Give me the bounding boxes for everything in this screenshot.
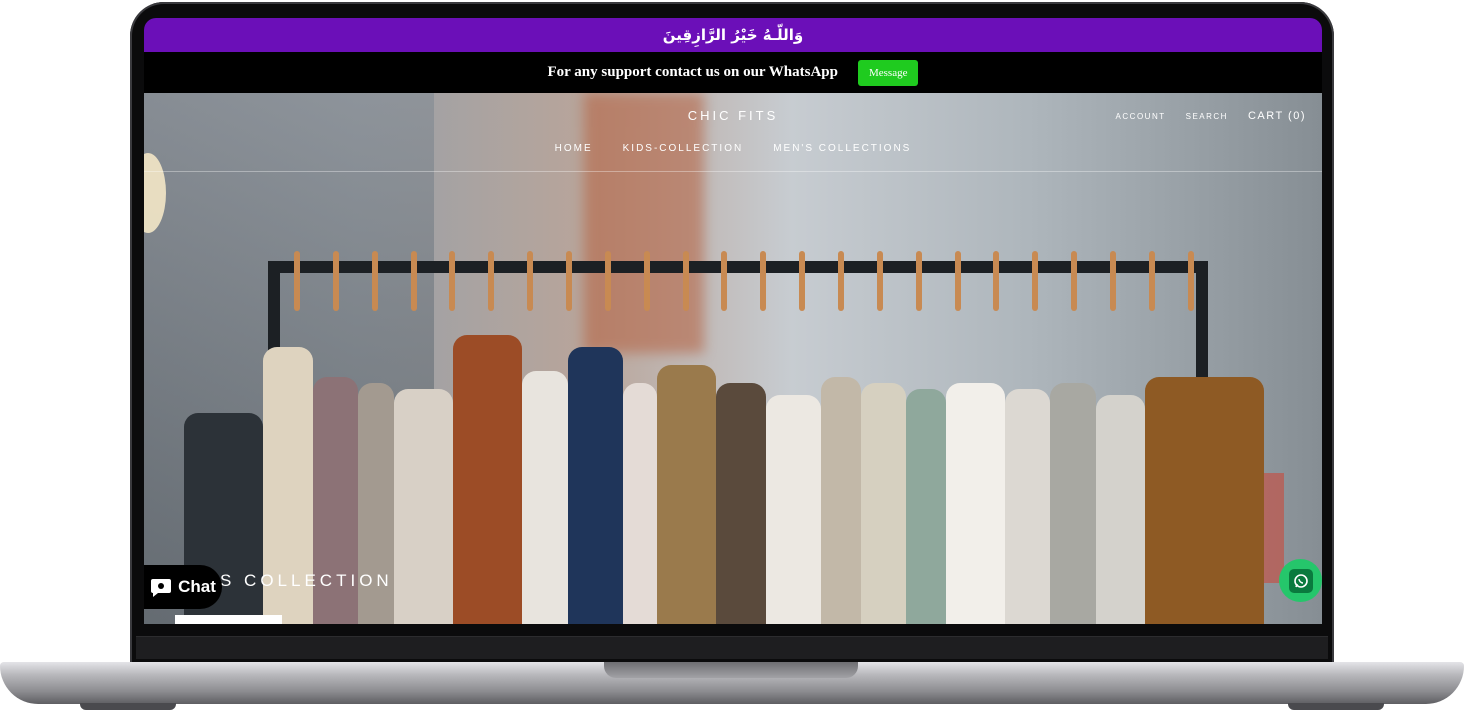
hanger — [643, 251, 650, 311]
hanger — [449, 251, 456, 311]
main-nav: HOME KIDS-COLLECTION MEN'S COLLECTIONS — [144, 143, 1322, 154]
hanger-row — [294, 251, 1194, 321]
hanger — [488, 251, 495, 311]
garment — [393, 389, 454, 624]
nav-item-kids-collection[interactable]: KIDS-COLLECTION — [623, 143, 744, 154]
search-link[interactable]: SEARCH — [1186, 112, 1228, 121]
hanger — [410, 251, 417, 311]
chat-widget-button[interactable]: Chat — [144, 565, 222, 609]
garment — [765, 395, 821, 624]
hanger — [604, 251, 611, 311]
hanger — [1187, 251, 1194, 311]
hanger — [371, 251, 378, 311]
hanger — [721, 251, 728, 311]
garment — [820, 377, 861, 624]
hanger — [799, 251, 806, 311]
announcement-bar: وَاللّـهُ خَيْرُ الرَّازِقِينَ — [144, 18, 1322, 52]
hanger — [332, 251, 339, 311]
account-link[interactable]: ACCOUNT — [1116, 112, 1166, 121]
garment — [906, 389, 946, 624]
nav-item-home[interactable]: HOME — [555, 143, 593, 154]
hero-cta-button[interactable] — [175, 615, 282, 624]
garment — [623, 383, 657, 624]
garment — [453, 335, 523, 624]
support-bar: For any support contact us on our WhatsA… — [144, 52, 1322, 93]
hanger — [1032, 251, 1039, 311]
hanger — [993, 251, 1000, 311]
hanger — [838, 251, 845, 311]
garment — [567, 347, 624, 624]
garment — [1145, 377, 1265, 624]
hanger — [1071, 251, 1078, 311]
chat-label: Chat — [178, 577, 216, 596]
browser-screen: وَاللّـهُ خَيْرُ الرَّازِقِينَ For any s… — [144, 18, 1322, 624]
hanger — [1148, 251, 1155, 311]
hanger — [760, 251, 767, 311]
garment — [1004, 389, 1051, 624]
laptop-trackpad-notch — [604, 662, 858, 678]
hanger — [294, 251, 300, 311]
hanger — [566, 251, 573, 311]
hanger — [954, 251, 961, 311]
garment — [1095, 395, 1146, 624]
garment — [945, 383, 1005, 624]
header-utilities: ACCOUNT SEARCH CART (0) — [1116, 110, 1306, 122]
hero-banner: CHIC FITS ACCOUNT SEARCH CART (0) HOME K… — [144, 93, 1322, 624]
nav-item-mens-collections[interactable]: MEN'S COLLECTIONS — [773, 143, 911, 154]
garment — [860, 383, 907, 624]
chat-bubble-icon — [150, 576, 172, 598]
site-header: CHIC FITS ACCOUNT SEARCH CART (0) HOME K… — [144, 93, 1322, 172]
hanger — [876, 251, 883, 311]
garment — [656, 365, 717, 624]
garment — [716, 383, 766, 624]
garment — [522, 371, 568, 624]
hanger — [527, 251, 534, 311]
laptop-foot — [80, 703, 176, 710]
laptop-foot — [1288, 703, 1384, 710]
whatsapp-icon — [1288, 568, 1313, 593]
laptop-screen-chin — [136, 636, 1328, 659]
hanger — [915, 251, 922, 311]
support-text: For any support contact us on our WhatsA… — [547, 64, 838, 80]
hero-collection-title: S COLLECTION — [220, 571, 393, 590]
message-button[interactable]: Message — [857, 59, 919, 86]
garment — [1050, 383, 1096, 624]
cart-link[interactable]: CART (0) — [1248, 110, 1306, 122]
whatsapp-button[interactable] — [1279, 559, 1322, 602]
hanger — [1110, 251, 1117, 311]
announcement-text: وَاللّـهُ خَيْرُ الرَّازِقِينَ — [662, 26, 804, 44]
hanger — [682, 251, 689, 311]
